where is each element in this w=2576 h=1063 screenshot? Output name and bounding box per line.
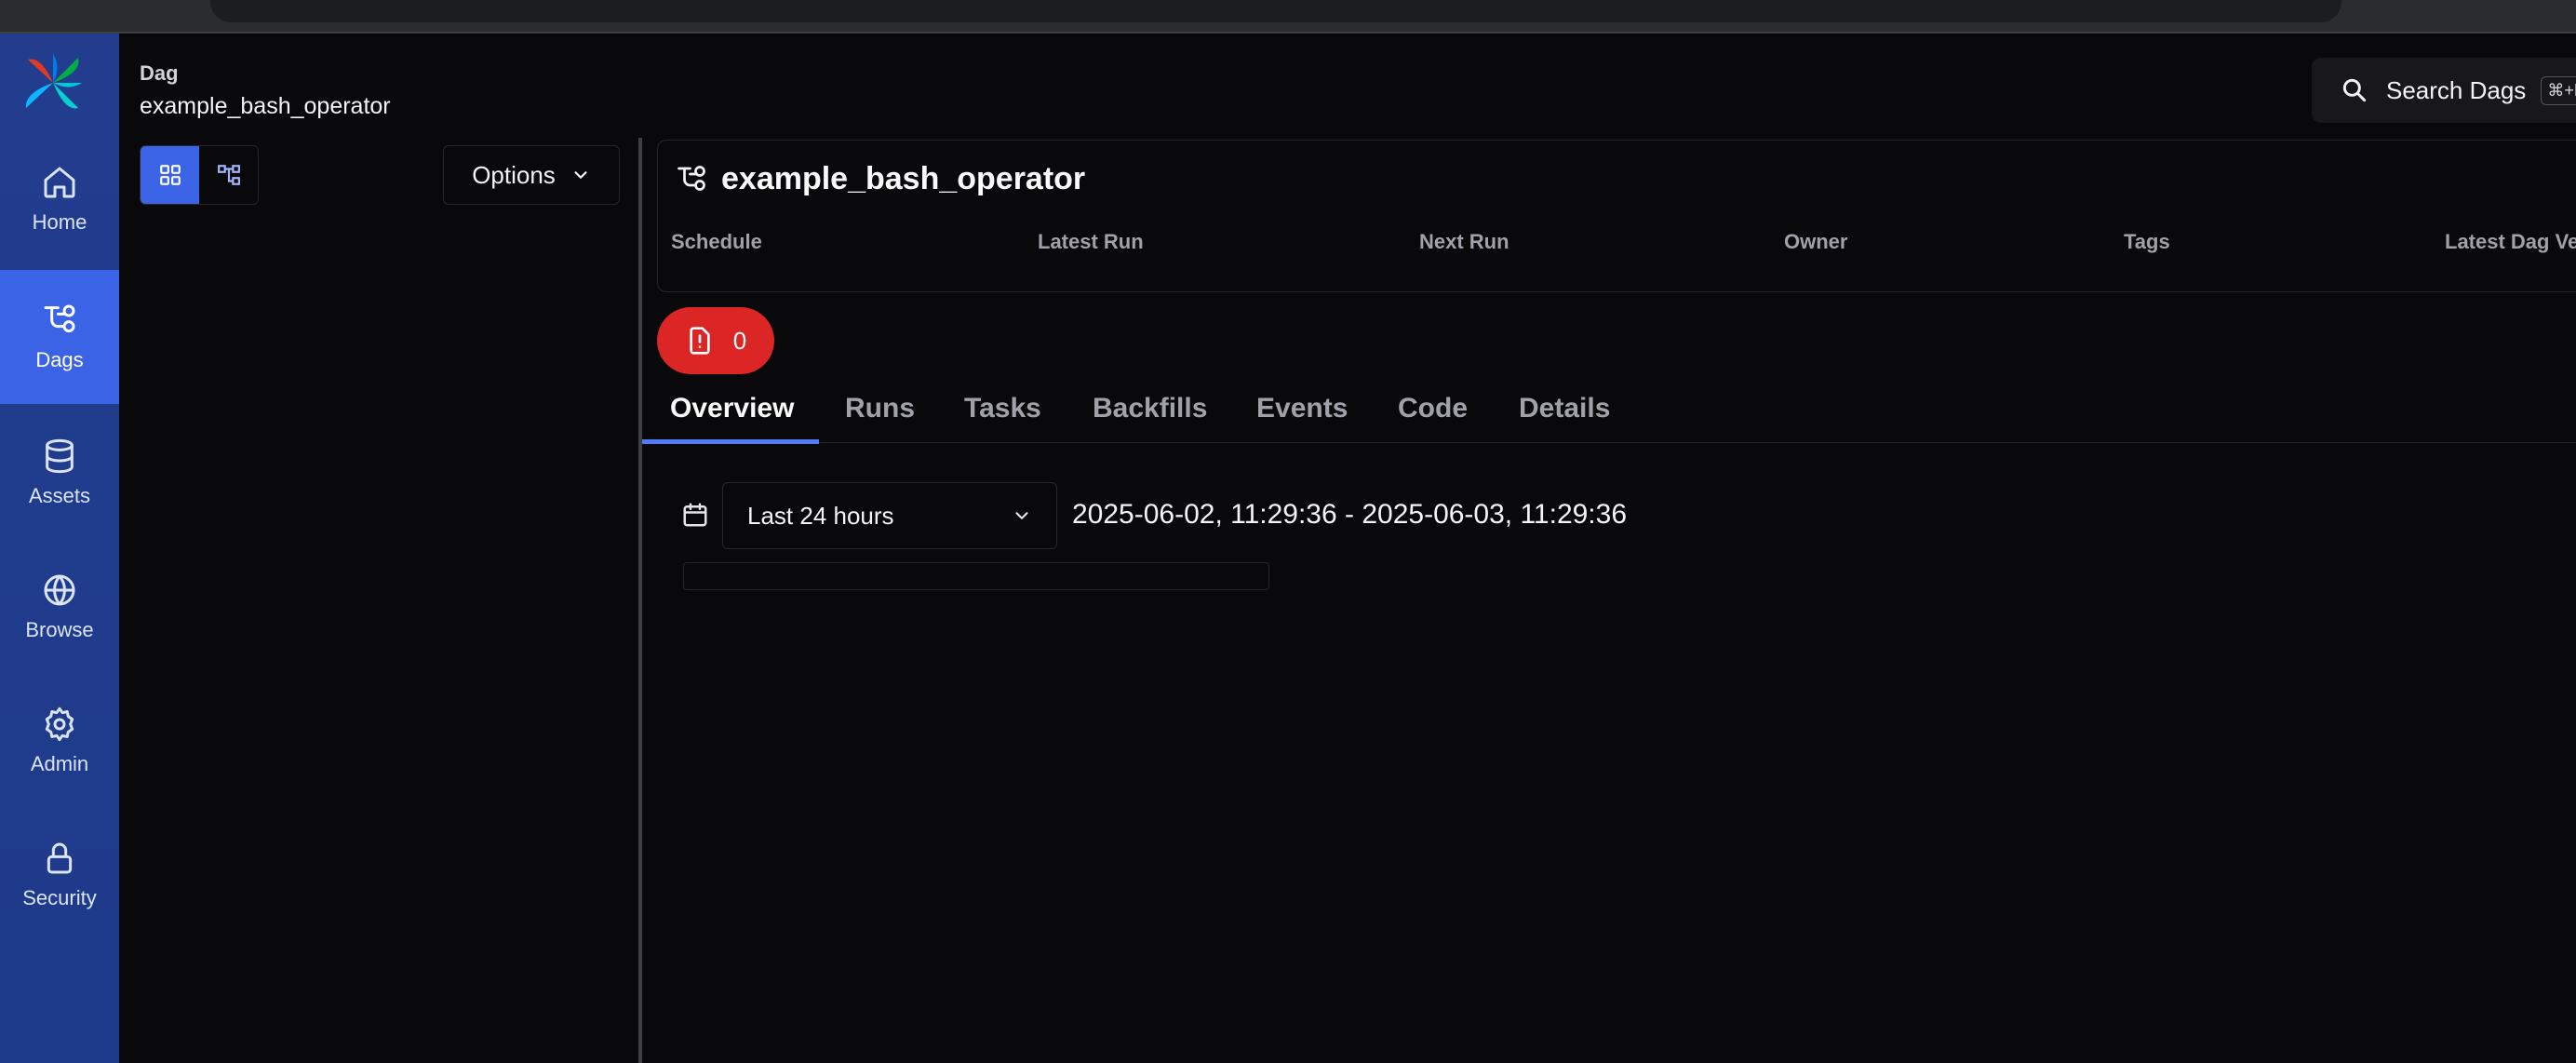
sidebar: Home Dags Assets Browse Admin Security	[0, 34, 119, 1063]
time-range-select[interactable]: Last 24 hours	[722, 482, 1057, 549]
tab-details[interactable]: Details	[1519, 393, 1610, 424]
dag-tabs: Overview Runs Tasks Backfills Events Cod…	[642, 383, 2576, 444]
view-toggle	[140, 145, 259, 205]
airflow-logo[interactable]	[20, 50, 86, 115]
meta-label-latest-dag-version: Latest Dag Version	[2445, 230, 2576, 253]
sidebar-item-label: Browse	[25, 618, 94, 641]
tab-backfills[interactable]: Backfills	[1093, 393, 1207, 424]
time-range-value: Last 24 hours	[747, 501, 894, 530]
browser-toolbar	[0, 0, 2576, 34]
tab-code[interactable]: Code	[1398, 393, 1468, 424]
sidebar-item-assets[interactable]: Assets	[0, 406, 119, 540]
meta-label-owner: Owner	[1784, 230, 1848, 253]
globe-icon	[44, 574, 75, 606]
sidebar-item-security[interactable]: Security	[0, 808, 119, 942]
tab-events[interactable]: Events	[1256, 393, 1348, 424]
active-tab-indicator	[642, 439, 819, 444]
sidebar-item-admin[interactable]: Admin	[0, 674, 119, 808]
sidebar-item-dags[interactable]: Dags	[0, 270, 119, 404]
address-bar[interactable]	[210, 0, 2341, 22]
sidebar-item-browse[interactable]: Browse	[0, 540, 119, 674]
sidebar-item-label: Admin	[30, 752, 89, 775]
chevron-down-icon	[574, 171, 587, 179]
sidebar-item-label: Assets	[28, 484, 91, 507]
search-dags-button[interactable]: Search Dags ⌘+K	[2312, 58, 2576, 123]
warning-count: 0	[732, 326, 747, 355]
toolbar-divider	[0, 32, 2576, 34]
dag-icon	[44, 304, 75, 333]
meta-label-next-run: Next Run	[1419, 230, 1509, 253]
breadcrumb-section[interactable]: Dag	[140, 61, 179, 86]
tab-runs[interactable]: Runs	[845, 393, 915, 424]
time-range-text: 2025-06-02, 11:29:36 - 2025-06-03, 11:29…	[1072, 499, 1628, 530]
grid-icon	[159, 165, 181, 185]
database-icon	[46, 438, 74, 474]
sidebar-item-home[interactable]: Home	[0, 132, 119, 266]
graph-icon	[217, 165, 240, 185]
graph-view-button[interactable]	[199, 146, 258, 204]
search-icon	[2342, 78, 2367, 102]
tab-overview[interactable]: Overview	[670, 393, 794, 424]
dag-header-card: example_bash_operator Schedule Latest Ru…	[657, 140, 2576, 292]
home-icon	[44, 167, 75, 198]
dag-icon	[678, 165, 705, 191]
grid-view-button[interactable]	[141, 146, 199, 204]
options-button[interactable]: Options	[443, 145, 620, 205]
file-warning-icon	[690, 327, 710, 355]
tab-tasks[interactable]: Tasks	[964, 393, 1041, 424]
chevron-down-icon	[1015, 512, 1028, 519]
search-shortcut: ⌘+K	[2541, 75, 2576, 105]
dag-warnings-button[interactable]: 0	[657, 307, 774, 374]
calendar-icon	[683, 503, 707, 527]
sidebar-item-label: Dags	[35, 348, 84, 371]
meta-label-schedule: Schedule	[671, 230, 762, 253]
sidebar-item-label: Home	[32, 210, 87, 234]
meta-label-latest-run: Latest Run	[1038, 230, 1144, 253]
options-label: Options	[472, 160, 556, 189]
sidebar-item-label: Security	[22, 886, 97, 909]
search-label: Search Dags	[2386, 75, 2527, 104]
dag-title: example_bash_operator	[721, 161, 1086, 196]
panel-resize-handle[interactable]	[638, 138, 642, 1063]
gear-icon	[45, 706, 74, 742]
breadcrumb-current: example_bash_operator	[140, 93, 391, 119]
lock-icon	[47, 842, 73, 874]
run-summary-placeholder	[683, 562, 1269, 590]
meta-label-tags: Tags	[2124, 230, 2170, 253]
